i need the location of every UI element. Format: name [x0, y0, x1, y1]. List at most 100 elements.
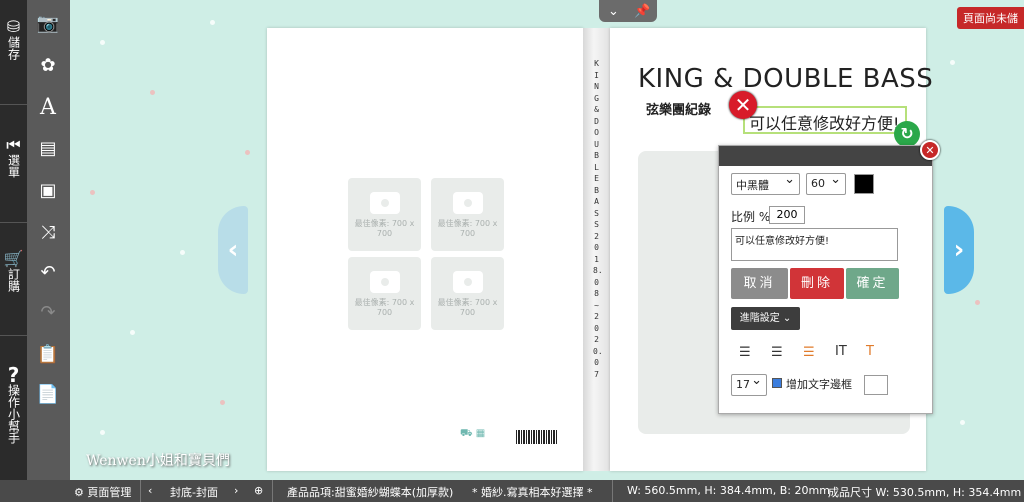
flower-icon[interactable]: ✿	[33, 50, 63, 80]
save-icon: ⛁	[6, 17, 21, 36]
next-page-icon[interactable]: ›	[234, 484, 238, 497]
divider	[0, 104, 27, 105]
outline-checkbox[interactable]	[772, 378, 782, 388]
divider	[612, 480, 613, 502]
zoom-icon[interactable]: ⊕	[254, 484, 263, 497]
vertical-text-icon[interactable]: IT	[835, 344, 847, 359]
text-icon[interactable]: A	[33, 92, 63, 122]
photo-slot[interactable]: 最佳像素: 700 x 700	[348, 178, 421, 251]
help-label: 操作小幫手	[6, 384, 21, 444]
align-left-icon[interactable]: ☰	[739, 345, 751, 360]
watermark: Wenwen小姐和寶貝們	[86, 453, 230, 469]
chevron-left-icon: ‹	[227, 235, 239, 265]
camera-icon	[452, 192, 483, 214]
barcode	[516, 430, 558, 444]
layout-icon[interactable]: ▤	[33, 133, 63, 163]
prev-page-button[interactable]: ‹	[218, 206, 248, 294]
photo-slot[interactable]: 最佳像素: 700 x 700	[431, 178, 504, 251]
camera-icon[interactable]: 📷	[33, 8, 63, 38]
cancel-button[interactable]: 取消	[731, 268, 788, 299]
cart-icon: 🛒	[3, 249, 24, 268]
photo-hint: 最佳像素: 700 x 700	[354, 298, 415, 317]
question-icon: ?	[7, 363, 20, 387]
divider	[0, 222, 27, 223]
delete-button[interactable]: 刪除	[790, 268, 844, 299]
promo-note: * 婚紗.寫真相本好選擇 *	[472, 486, 593, 499]
outline-color-swatch[interactable]	[864, 375, 888, 395]
panel-header[interactable]	[719, 146, 932, 166]
product-label: 產品品項:甜蜜婚紗蝴蝶本(加厚款)	[287, 486, 454, 499]
font-size-select[interactable]: 60	[806, 172, 846, 195]
camera-icon	[452, 271, 483, 293]
photo-slot[interactable]: 最佳像素: 700 x 700	[431, 257, 504, 330]
menu-button[interactable]: ⏮ 選單	[0, 135, 27, 181]
unsaved-badge[interactable]: 頁面尚未儲	[957, 7, 1024, 29]
bg-dot	[180, 250, 185, 255]
page-manage-button[interactable]: ⚙ 頁面管理	[74, 484, 131, 500]
camera-icon	[369, 271, 400, 293]
clipboard-icon[interactable]: 📄	[33, 379, 63, 409]
undo-icon[interactable]: ↶	[33, 257, 63, 287]
photo-hint: 最佳像素: 700 x 700	[437, 219, 498, 238]
align-right-icon[interactable]: ☰	[803, 345, 815, 360]
color-swatch[interactable]	[854, 174, 874, 194]
photo-slot[interactable]: 最佳像素: 700 x 700	[348, 257, 421, 330]
help-button[interactable]: ? 操作小幫手	[0, 363, 27, 447]
tool-toolbar: 📷 ✿ A ▤ ▣ ⤨ ↶ ↷ 📋 📄	[27, 0, 70, 480]
shuffle-icon[interactable]: ⤨	[33, 217, 63, 247]
text-input[interactable]: 可以任意修改好方便!	[731, 228, 898, 261]
cover-title[interactable]: KING & DOUBLE BASS	[638, 64, 933, 94]
chevron-down-icon[interactable]: ⌄	[599, 0, 628, 22]
align-center-icon[interactable]: ☰	[771, 345, 783, 360]
order-button[interactable]: 🛒 訂購	[0, 249, 27, 295]
advanced-settings-button[interactable]: 進階設定 ⌄	[731, 307, 800, 330]
camera-icon	[369, 192, 400, 214]
close-icon[interactable]: ✕	[920, 140, 940, 160]
next-page-button[interactable]: ›	[944, 206, 974, 294]
bg-dot	[950, 60, 955, 65]
paste-icon[interactable]: 📋	[33, 339, 63, 369]
prev-page-icon[interactable]: ‹	[148, 484, 152, 497]
back-cover-page[interactable]	[267, 28, 583, 471]
advanced-label: 進階設定	[739, 313, 780, 324]
page-manage-label: 頁面管理	[87, 486, 132, 499]
text-color-icon[interactable]: T	[866, 344, 874, 359]
font-select[interactable]: 中黑體	[731, 172, 800, 195]
rotate-icon[interactable]: ↻	[894, 121, 920, 147]
photo-hint: 最佳像素: 700 x 700	[354, 219, 415, 238]
divider	[140, 480, 141, 502]
page-nav-label: 封底-封面	[170, 486, 218, 499]
left-sidebar: ⛁ 儲存 ⏮ 選單 🛒 訂購 ? 操作小幫手	[0, 0, 27, 480]
chevron-right-icon: ›	[953, 235, 965, 265]
divider	[272, 480, 273, 502]
redo-icon[interactable]: ↷	[33, 297, 63, 327]
final-size-readout: 成品尺寸 W: 530.5mm, H: 354.4mm	[828, 486, 1022, 499]
photo-hint: 最佳像素: 700 x 700	[437, 298, 498, 317]
scale-label: 比例 %	[731, 210, 771, 224]
skip-back-icon: ⏮	[6, 135, 21, 154]
size-readout: W: 560.5mm, H: 384.4mm, B: 20mm	[627, 484, 830, 497]
status-bar: ⚙ 頁面管理 ‹ 封底-封面 › ⊕ 產品品項:甜蜜婚紗蝴蝶本(加厚款) * 婚…	[0, 480, 1024, 502]
confirm-button[interactable]: 確定	[846, 268, 899, 299]
selected-text-box[interactable]: 可以任意修改好方便!	[743, 106, 907, 134]
bg-dot	[245, 150, 250, 155]
bg-dot	[210, 20, 215, 25]
spine[interactable]: KING & DOUBLE BASS 2018.08~2020.07	[583, 28, 610, 471]
divider	[0, 335, 27, 336]
pin-icon[interactable]: 📌	[628, 0, 657, 22]
outline-label: 增加文字邊框	[786, 378, 852, 391]
bg-dot	[90, 190, 95, 195]
delete-element-icon[interactable]: ✕	[729, 91, 757, 119]
bg-dot	[150, 90, 155, 95]
save-button[interactable]: ⛁ 儲存	[0, 17, 27, 63]
menu-label: 選單	[6, 154, 21, 178]
bg-dot	[220, 400, 225, 405]
scale-input[interactable]: 200	[769, 206, 805, 224]
cover-subtitle[interactable]: 弦樂團紀錄	[646, 99, 711, 118]
bg-dot	[100, 430, 105, 435]
brand-logo-icon: ⛟ ▦	[460, 428, 486, 439]
add-page-icon[interactable]: ▣	[33, 175, 63, 205]
bg-dot	[975, 300, 980, 305]
bg-dot	[100, 40, 105, 45]
outline-size-select[interactable]: 17	[731, 373, 767, 396]
